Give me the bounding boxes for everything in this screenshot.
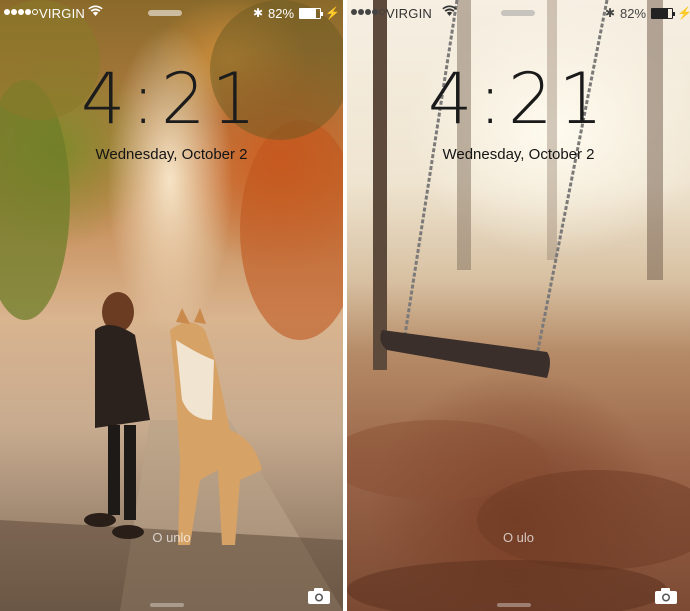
carrier-label: VIRGIN xyxy=(39,6,85,21)
status-bar: VIRGIN ✱ 82% ⚡ xyxy=(347,0,690,26)
camera-icon[interactable] xyxy=(307,587,331,605)
notification-grabber[interactable] xyxy=(501,10,535,16)
clock-time: 4:21 xyxy=(80,58,263,140)
charging-bolt-icon: ⚡ xyxy=(677,6,690,20)
battery-icon xyxy=(651,8,675,19)
slide-to-unlock[interactable]: O unlo xyxy=(0,530,343,545)
clock-date: Wednesday, October 2 xyxy=(442,146,595,163)
clock-date: Wednesday, October 2 xyxy=(95,146,248,163)
comparison-view: VIRGIN ✱ 82% ⚡ 4:21 Wednesday, October 2… xyxy=(0,0,690,611)
lock-screen-right: VIRGIN ✱ 82% ⚡ 4:21 Wednesday, October 2… xyxy=(347,0,690,611)
clock-time: 4:21 xyxy=(427,58,610,140)
battery-percent: 82% xyxy=(268,6,295,21)
charging-bolt-icon: ⚡ xyxy=(325,6,340,20)
signal-dots-icon xyxy=(351,9,386,24)
battery-icon xyxy=(299,8,323,19)
lock-screen-left: VIRGIN ✱ 82% ⚡ 4:21 Wednesday, October 2… xyxy=(0,0,343,611)
bluetooth-icon: ✱ xyxy=(253,6,264,20)
wifi-icon xyxy=(88,5,103,16)
notification-grabber[interactable] xyxy=(148,10,182,16)
slide-to-unlock[interactable]: O ulo xyxy=(347,530,690,545)
status-bar: VIRGIN ✱ 82% ⚡ xyxy=(0,0,343,26)
wifi-icon xyxy=(442,5,457,16)
bluetooth-icon: ✱ xyxy=(605,6,616,20)
control-center-grabber[interactable] xyxy=(497,603,531,607)
signal-dots-icon xyxy=(4,9,39,24)
battery-percent: 82% xyxy=(620,6,647,21)
carrier-label: VIRGIN xyxy=(386,6,432,21)
camera-icon[interactable] xyxy=(654,587,678,605)
control-center-grabber[interactable] xyxy=(150,603,184,607)
